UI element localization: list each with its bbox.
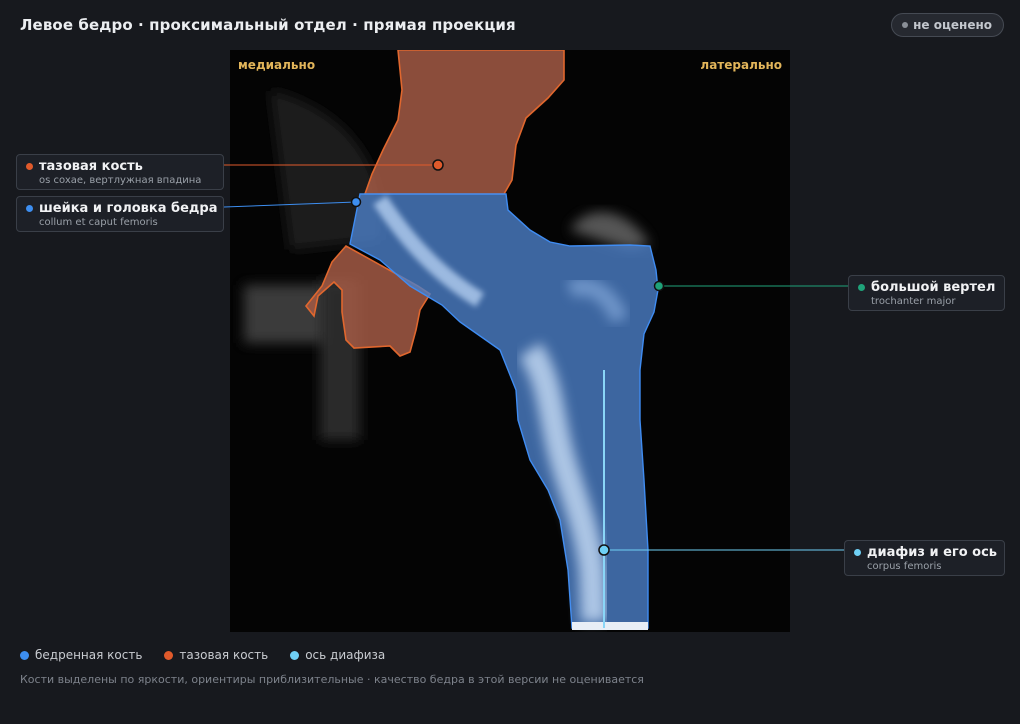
axis-swatch-icon (290, 650, 300, 660)
page-title: Левое бедро · проксимальный отдел · прям… (20, 16, 516, 34)
label-neck[interactable]: шейка и головка бедра collum et caput fe… (16, 196, 224, 232)
xray-image (230, 50, 790, 632)
label-trochanter-latin: trochanter major (871, 296, 956, 307)
legend-item-axis: ось диафиза (290, 648, 385, 662)
legend-femur-label: бедренная кость (35, 648, 143, 662)
label-neck-latin: collum et caput femoris (39, 217, 158, 228)
status-badge: не оценено (891, 13, 1004, 37)
pelvis-swatch-icon (164, 650, 174, 660)
legend-item-femur: бедренная кость (20, 648, 142, 662)
status-dot-icon (902, 22, 909, 28)
footnote: Кости выделены по яркости, ориентиры при… (20, 673, 644, 686)
xray-viewer[interactable]: медиально латерально (230, 50, 790, 632)
label-pelvis[interactable]: тазовая кость os coxae, вертлужная впади… (16, 154, 224, 190)
legend-axis-label: ось диафиза (305, 648, 386, 662)
label-trochanter-name: большой вертел (871, 280, 996, 295)
label-shaft-name: диафиз и его ось (867, 545, 998, 560)
legend: бедренная кость тазовая кость ось диафиз… (20, 648, 385, 662)
orientation-lateral: латерально (700, 58, 782, 72)
femur-swatch-icon (20, 650, 29, 660)
status-text: не оценено (913, 18, 992, 32)
neck-dot-icon (26, 205, 33, 212)
label-pelvis-name: тазовая кость (39, 159, 143, 174)
legend-pelvis-label: тазовая кость (179, 648, 269, 662)
trochanter-dot-icon (858, 284, 865, 291)
pelvis-dot-icon (26, 163, 33, 170)
label-shaft-latin: corpus femoris (867, 561, 942, 572)
label-trochanter[interactable]: большой вертел trochanter major (848, 275, 1005, 311)
shaft-dot-icon (854, 549, 861, 556)
legend-item-pelvis: тазовая кость (164, 648, 268, 662)
label-pelvis-latin: os coxae, вертлужная впадина (39, 175, 202, 186)
orientation-medial: медиально (238, 58, 316, 72)
label-neck-name: шейка и головка бедра (39, 201, 218, 216)
label-shaft[interactable]: диафиз и его ось corpus femoris (844, 540, 1005, 576)
